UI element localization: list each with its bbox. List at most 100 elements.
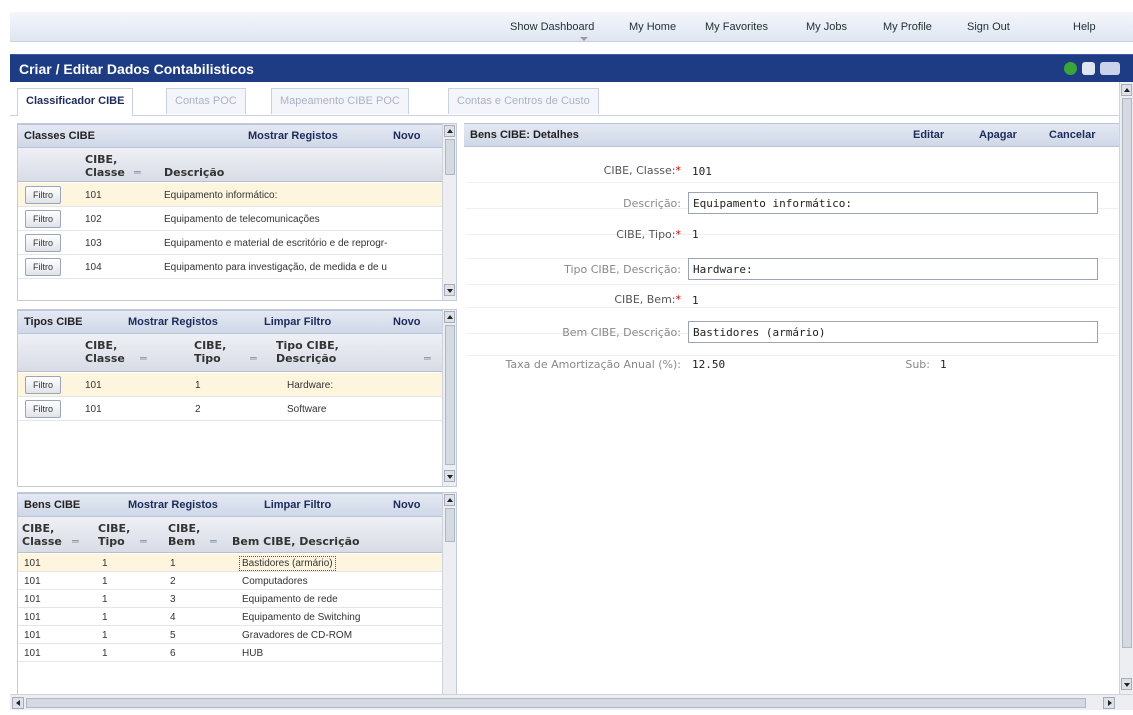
table-row[interactable]: 101 1 2 Computadores	[18, 572, 442, 590]
table-row[interactable]: Filtro 101 2 Software	[18, 397, 442, 421]
col-cibe-tipo-l2[interactable]: Tipo	[98, 535, 125, 548]
table-row[interactable]: 101 1 6 HUB	[18, 644, 442, 662]
bem-descricao-field[interactable]: Bastidores (armário)	[688, 321, 1098, 343]
col-cibe-bem-l1[interactable]: CIBE,	[168, 522, 200, 535]
col-cibe-tipo-l1[interactable]: CIBE,	[194, 339, 226, 352]
scroll-down-icon[interactable]	[1121, 678, 1132, 690]
scroll-thumb[interactable]	[445, 325, 455, 465]
email-icon[interactable]	[1100, 62, 1120, 75]
sort-icon[interactable]: ═	[140, 535, 147, 548]
tab-contas-poc[interactable]: Contas POC	[166, 88, 246, 114]
sort-icon[interactable]: ═	[424, 352, 431, 365]
panel-title: Classes CIBE	[24, 130, 95, 142]
scroll-up-icon[interactable]	[444, 125, 455, 137]
horizontal-scroll-thumb[interactable]	[26, 698, 1086, 708]
page-vertical-scrollbar[interactable]	[1119, 82, 1133, 694]
bem-descricao-label: Bem CIBE, Descrição:	[562, 326, 681, 339]
cell-bem: 1	[170, 558, 176, 569]
col-tipo-desc-l2[interactable]: Descrição	[276, 352, 336, 365]
scroll-down-icon[interactable]	[444, 284, 455, 296]
nav-my-jobs[interactable]: My Jobs	[806, 21, 847, 33]
show-records-button[interactable]: Mostrar Registos	[128, 499, 218, 511]
tab-mapeamento-cibe-poc[interactable]: Mapeamento CIBE POC	[271, 88, 409, 114]
col-cibe-tipo-l2[interactable]: Tipo	[194, 352, 221, 365]
col-cibe-tipo-l1[interactable]: CIBE,	[98, 522, 130, 535]
nav-help[interactable]: Help	[1073, 21, 1096, 33]
vertical-scrollbar[interactable]	[442, 493, 456, 695]
table-row[interactable]: Filtro 101 1 Hardware:	[18, 373, 442, 397]
col-cibe-classe-l1[interactable]: CIBE,	[85, 339, 117, 352]
filter-button[interactable]: Filtro	[25, 400, 61, 418]
nav-my-favorites[interactable]: My Favorites	[705, 21, 768, 33]
nav-show-dashboard[interactable]: Show Dashboard	[510, 21, 594, 33]
sort-icon[interactable]: ═	[134, 166, 141, 179]
tab-contas-centros-custo[interactable]: Contas e Centros de Custo	[448, 88, 599, 114]
table-row[interactable]: 101 1 1 Bastidores (armário)	[18, 554, 442, 572]
filter-button[interactable]: Filtro	[25, 186, 61, 204]
table-row[interactable]: Filtro 101 Equipamento informático:	[18, 183, 442, 207]
scroll-thumb[interactable]	[445, 508, 455, 542]
col-tipo-desc-l1[interactable]: Tipo CIBE,	[276, 339, 339, 352]
table-row[interactable]: 101 1 5 Gravadores de CD-ROM	[18, 626, 442, 644]
tab-classificador-cibe[interactable]: Classificador CIBE	[17, 88, 134, 116]
scroll-up-icon[interactable]	[444, 311, 455, 323]
table-row[interactable]: Filtro 103 Equipamento e material de esc…	[18, 231, 442, 255]
filter-button[interactable]: Filtro	[25, 376, 61, 394]
col-cibe-classe-l1[interactable]: CIBE,	[85, 153, 117, 166]
col-bem-descricao[interactable]: Bem CIBE, Descrição	[232, 535, 360, 548]
col-descricao[interactable]: Descrição	[164, 166, 224, 179]
new-button[interactable]: Novo	[393, 130, 421, 142]
filter-button[interactable]: Filtro	[25, 234, 61, 252]
table-row[interactable]: 101 1 4 Equipamento de Switching	[18, 608, 442, 626]
cell-descricao: Bastidores (armário)	[239, 556, 336, 571]
filter-button[interactable]: Filtro	[25, 258, 61, 276]
add-icon[interactable]	[1064, 62, 1077, 75]
nav-my-profile[interactable]: My Profile	[883, 21, 932, 33]
col-cibe-classe-l2[interactable]: Classe	[85, 352, 125, 365]
table-row[interactable]: Filtro 104 Equipamento para investigação…	[18, 255, 442, 279]
sort-icon[interactable]: ═	[210, 535, 217, 548]
show-records-button[interactable]: Mostrar Registos	[128, 316, 218, 328]
panel-title: Bens CIBE: Detalhes	[470, 129, 579, 141]
nav-sign-out[interactable]: Sign Out	[967, 21, 1010, 33]
vertical-scrollbar[interactable]	[442, 310, 456, 486]
cell-bem: 5	[170, 630, 176, 641]
cell-classe: 101	[24, 630, 41, 641]
scroll-thumb[interactable]	[1122, 98, 1132, 648]
scroll-left-icon[interactable]	[12, 697, 24, 709]
sort-icon[interactable]: ═	[140, 352, 147, 365]
delete-button[interactable]: Apagar	[979, 129, 1017, 141]
vertical-scrollbar[interactable]	[442, 124, 456, 300]
print-icon[interactable]	[1082, 62, 1095, 75]
cell-classe: 103	[85, 238, 102, 249]
tipo-descricao-field[interactable]: Hardware:	[688, 258, 1098, 280]
col-cibe-classe-l1[interactable]: CIBE,	[22, 522, 54, 535]
scroll-up-icon[interactable]	[444, 494, 455, 506]
sort-icon[interactable]: ═	[72, 535, 79, 548]
col-cibe-classe-l2[interactable]: Classe	[85, 166, 125, 179]
cell-descricao: Software	[287, 404, 327, 415]
clear-filter-button[interactable]: Limpar Filtro	[264, 316, 331, 328]
descricao-field[interactable]: Equipamento informático:	[688, 192, 1098, 214]
scroll-thumb[interactable]	[445, 139, 455, 175]
new-button[interactable]: Novo	[393, 316, 421, 328]
page-horizontal-scrollbar[interactable]	[10, 694, 1133, 710]
column-headers: CIBE, Classe ═ Descrição	[18, 148, 442, 182]
scroll-right-icon[interactable]	[1103, 697, 1115, 709]
clear-filter-button[interactable]: Limpar Filtro	[264, 499, 331, 511]
scroll-up-icon[interactable]	[1121, 84, 1132, 96]
edit-button[interactable]: Editar	[913, 129, 944, 141]
table-row[interactable]: 101 1 3 Equipamento de rede	[18, 590, 442, 608]
details-panel: Bens CIBE: Detalhes Editar Apagar Cancel…	[464, 123, 1120, 388]
table-row[interactable]: Filtro 102 Equipamento de telecomunicaçõ…	[18, 207, 442, 231]
scroll-down-icon[interactable]	[444, 470, 455, 482]
new-button[interactable]: Novo	[393, 499, 421, 511]
nav-my-home[interactable]: My Home	[629, 21, 676, 33]
show-records-button[interactable]: Mostrar Registos	[248, 130, 338, 142]
cancel-button[interactable]: Cancelar	[1049, 129, 1095, 141]
col-cibe-bem-l2[interactable]: Bem	[168, 535, 195, 548]
sort-icon[interactable]: ═	[250, 352, 257, 365]
filter-button[interactable]: Filtro	[25, 210, 61, 228]
col-cibe-classe-l2[interactable]: Classe	[22, 535, 62, 548]
cell-classe: 104	[85, 262, 102, 273]
